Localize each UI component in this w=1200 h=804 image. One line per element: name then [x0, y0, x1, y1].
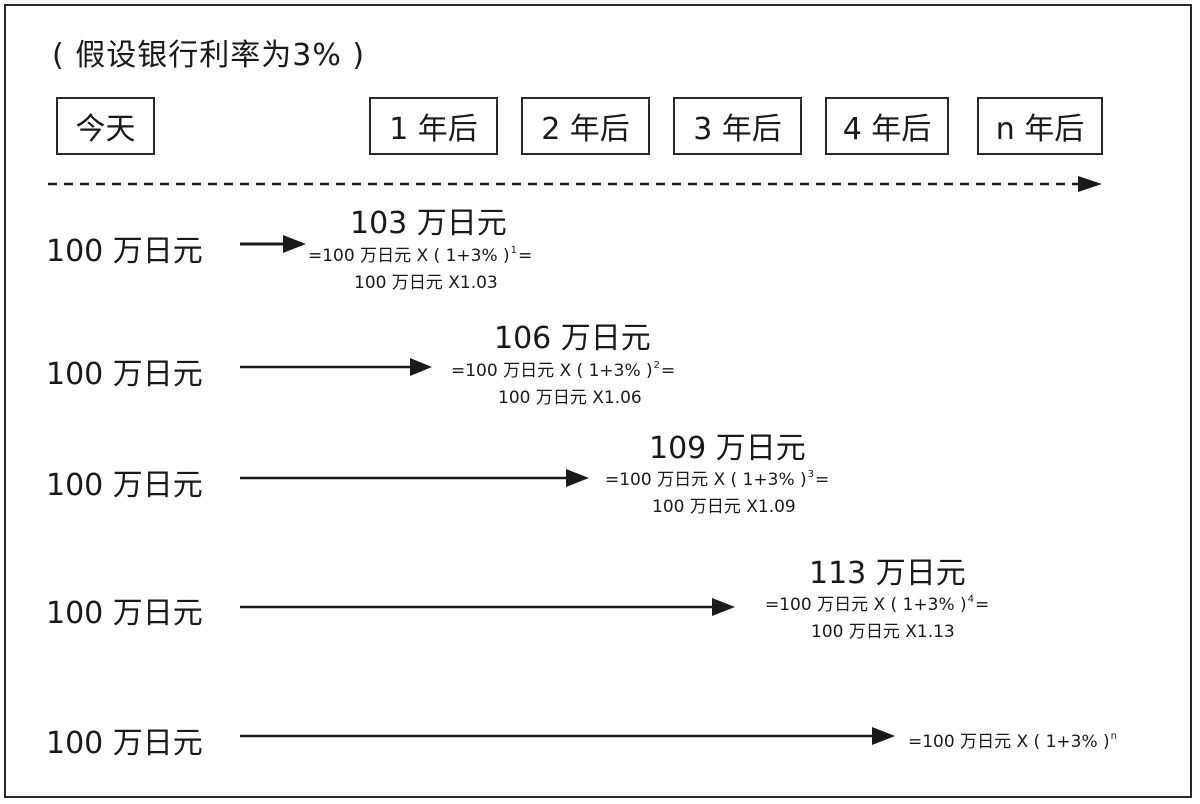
row-1-formula-suffix: =: [518, 246, 533, 266]
row-3-simplified: 100 万日元 X1.09: [652, 497, 796, 517]
row-3-formula-suffix: =: [815, 470, 830, 490]
row-4-formula: =100 万日元 X ( 1+3% )4=: [765, 590, 989, 615]
row-5-formula: =100 万日元 X ( 1+3% )n: [908, 727, 1118, 752]
row-3-result-amount: 109 万日元: [649, 431, 806, 466]
row-1-simplified: 100 万日元 X1.03: [354, 273, 498, 293]
row-2-formula-prefix: =100 万日元 X ( 1+3% ): [451, 361, 653, 381]
row-2-exponent: 2: [653, 360, 661, 371]
row-4-start-amount: 100 万日元: [46, 596, 203, 631]
row-3-formula-prefix: =100 万日元 X ( 1+3% ): [605, 470, 807, 490]
row-1-formula-prefix: =100 万日元 X ( 1+3% ): [308, 246, 510, 266]
row-4-formula-prefix: =100 万日元 X ( 1+3% ): [765, 595, 967, 615]
row-4-result-amount: 113 万日元: [809, 556, 966, 591]
row-2-result-amount: 106 万日元: [494, 321, 651, 356]
row-2-simplified: 100 万日元 X1.06: [498, 388, 642, 408]
row-4-exponent: 4: [967, 594, 975, 605]
row-4-formula-suffix: =: [975, 595, 990, 615]
row-3-start-amount: 100 万日元: [46, 468, 203, 503]
row-1-formula: =100 万日元 X ( 1+3% )1=: [308, 241, 532, 266]
row-5-exponent: n: [1110, 731, 1117, 742]
row-1-result-amount: 103 万日元: [350, 206, 507, 241]
row-2-formula: =100 万日元 X ( 1+3% )2=: [451, 356, 675, 381]
timeline-arrowhead: [1078, 176, 1102, 192]
row-1-exponent: 1: [510, 245, 518, 256]
row-5-arrowhead: [872, 727, 895, 745]
row-3-formula: =100 万日元 X ( 1+3% )3=: [605, 465, 829, 490]
row-4-simplified: 100 万日元 X1.13: [811, 622, 955, 642]
row-3-exponent: 3: [807, 469, 815, 480]
row-3-arrowhead: [566, 469, 589, 487]
row-5-start-amount: 100 万日元: [46, 726, 203, 761]
row-5-formula-prefix: =100 万日元 X ( 1+3% ): [908, 732, 1110, 752]
row-1-arrowhead: [283, 235, 306, 253]
row-1-start-amount: 100 万日元: [46, 234, 203, 269]
row-2-start-amount: 100 万日元: [46, 357, 203, 392]
row-2-arrowhead: [410, 358, 432, 376]
row-2-formula-suffix: =: [661, 361, 676, 381]
row-4-arrowhead: [712, 598, 735, 616]
